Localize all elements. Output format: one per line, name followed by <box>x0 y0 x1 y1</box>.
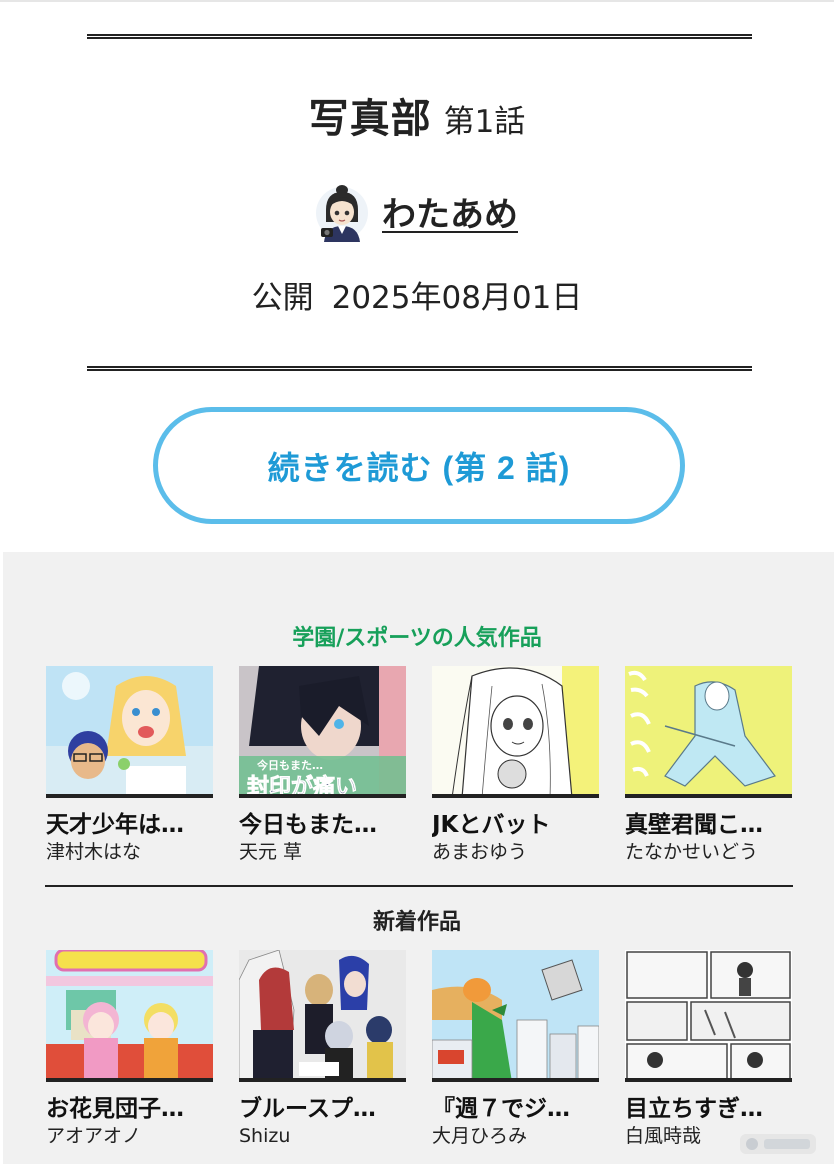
author-name-link[interactable]: わたあめ <box>382 187 518 236</box>
section-divider <box>45 885 793 887</box>
new-title-1: お花見団子… <box>46 1096 184 1122</box>
popular-title-2: 今日もまた… <box>239 812 377 838</box>
popular-author-4: たなかせいどう <box>625 841 759 863</box>
series-title: 写真部 <box>308 96 432 142</box>
new-card-1[interactable]: お花見団子… アオアオノ <box>46 950 213 1148</box>
popular-title-3: JKとバット <box>432 812 551 838</box>
author-avatar[interactable] <box>316 180 368 242</box>
double-rule-bottom <box>87 366 752 371</box>
new-thumb-2[interactable] <box>239 950 406 1082</box>
continue-reading-button[interactable]: 続きを読む (第 2 話) <box>153 407 685 524</box>
publish-date: 2025年08月01日 <box>331 280 583 316</box>
new-section-title: 新着作品 <box>372 910 461 935</box>
new-card-4[interactable]: 目立ちすぎ… 白風時哉 <box>625 950 792 1148</box>
popular-thumb-2-line2: 封印が痛い <box>247 774 357 798</box>
new-card-3[interactable]: 『週７でジ… 大月ひろみ <box>432 950 599 1148</box>
popular-thumb-2-line1: 今日もまた… <box>256 758 323 772</box>
popular-thumb-1[interactable] <box>46 666 213 798</box>
popular-author-1: 津村木はな <box>46 841 142 863</box>
publish-label: 公開 <box>251 280 314 316</box>
popular-thumb-4[interactable] <box>625 666 792 798</box>
popular-author-3: あまおゆう <box>432 841 528 863</box>
popular-card-4[interactable]: 真壁君聞こ… たなかせいどう <box>625 666 792 864</box>
episode-label: 第1話 <box>443 104 526 140</box>
episode-header: 写真部 第1話 わたあめ 公開 2025年08月01日 続きを読む (第 2 話) <box>0 0 834 552</box>
publish-date-row: 公開 2025年08月01日 <box>0 272 834 317</box>
watermark-logo <box>740 1134 816 1154</box>
popular-title-4: 真壁君聞こ… <box>625 812 763 838</box>
episode-title-row: 写真部 第1話 <box>0 86 834 144</box>
new-author-2: Shizu <box>239 1125 291 1147</box>
new-thumb-3[interactable] <box>432 950 599 1082</box>
new-card-2[interactable]: ブルースプ… Shizu <box>239 950 406 1148</box>
popular-card-3[interactable]: JKとバット あまおゆう <box>432 666 599 864</box>
popular-card-2[interactable]: 今日もまた… 封印が痛い 今日もまた… 天元 草 <box>239 666 406 864</box>
popular-thumb-3[interactable] <box>432 666 599 798</box>
new-thumb-1[interactable] <box>46 950 213 1082</box>
popular-author-2: 天元 草 <box>239 841 303 863</box>
new-title-2: ブルースプ… <box>239 1096 376 1122</box>
author-row: わたあめ <box>0 178 834 244</box>
popular-title-1: 天才少年は… <box>46 812 184 838</box>
new-author-1: アオアオノ <box>46 1125 142 1147</box>
new-title-3: 『週７でジ… <box>432 1096 570 1122</box>
new-title-4: 目立ちすぎ… <box>625 1096 763 1122</box>
new-thumb-4[interactable] <box>625 950 792 1082</box>
continue-reading-label: 続きを読む (第 2 話) <box>267 449 571 486</box>
new-author-3: 大月ひろみ <box>432 1125 528 1147</box>
popular-thumb-2[interactable]: 今日もまた… 封印が痛い <box>239 666 406 798</box>
double-rule-top <box>87 34 752 39</box>
popular-card-1[interactable]: 天才少年は… 津村木はな <box>46 666 213 864</box>
popular-section-title: 学園/スポーツの人気作品 <box>292 626 542 651</box>
